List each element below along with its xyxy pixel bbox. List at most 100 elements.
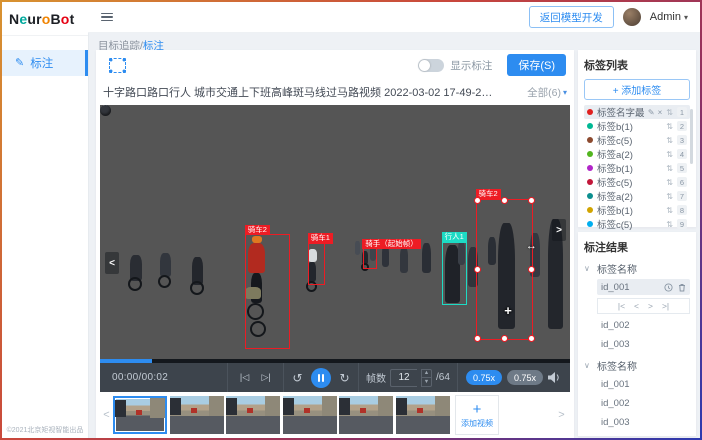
logo-segment: N bbox=[9, 11, 19, 27]
app-logo: NeuroBot bbox=[2, 2, 88, 36]
filter-dropdown[interactable]: 全部(6) ▾ bbox=[527, 85, 567, 100]
tag-sort-icon[interactable]: ⇅ bbox=[666, 220, 673, 229]
result-item[interactable]: id_002 bbox=[597, 395, 690, 411]
next-frame-button[interactable]: ▷| bbox=[261, 372, 270, 383]
box-resize-handle[interactable] bbox=[474, 266, 481, 273]
frame-step-down-button[interactable]: ▼ bbox=[422, 378, 431, 386]
tag-list-item[interactable]: 标签b(1) ✎ × ⇅ 2 bbox=[584, 119, 690, 133]
tag-list-item[interactable]: 标签c(5) ✎ × ⇅ 9 bbox=[584, 217, 690, 231]
sidebar-item-annotate[interactable]: ✎ 标注 bbox=[2, 50, 88, 76]
box-resize-handle[interactable] bbox=[528, 266, 535, 273]
volume-icon[interactable] bbox=[548, 372, 561, 383]
tag-sort-icon[interactable]: ⇅ bbox=[666, 178, 673, 187]
video-thumbnail[interactable] bbox=[113, 396, 167, 434]
box-resize-handle[interactable] bbox=[501, 335, 508, 342]
result-item[interactable]: id_003 bbox=[597, 414, 690, 430]
tag-label: 标签b(1) bbox=[597, 203, 662, 217]
tag-sort-icon[interactable]: ⇅ bbox=[666, 108, 673, 117]
box-resize-handle[interactable] bbox=[474, 197, 481, 204]
video-filename: 十字路口路口行人 城市交通上下班高峰斑马线过马路视频 2022-03-02 17… bbox=[103, 84, 493, 100]
tag-sort-icon[interactable]: ⇅ bbox=[666, 192, 673, 201]
box-resize-handle[interactable] bbox=[528, 197, 535, 204]
result-item[interactable]: id_003 bbox=[597, 336, 690, 352]
tag-sort-icon[interactable]: ⇅ bbox=[666, 206, 673, 215]
bounding-box[interactable]: 骑车2 bbox=[245, 234, 290, 349]
bounding-box-tool-icon[interactable] bbox=[109, 58, 126, 73]
forward-10-icon[interactable]: ↻ bbox=[339, 371, 349, 385]
video-thumbnail[interactable] bbox=[339, 396, 393, 434]
tag-delete-icon[interactable]: × bbox=[658, 108, 663, 117]
pager-prev-button[interactable]: < bbox=[634, 301, 639, 311]
bounding-box[interactable]: 骑手（起始帧） bbox=[363, 248, 377, 269]
pager-next-button[interactable]: > bbox=[648, 301, 653, 311]
result-item[interactable]: id_002 bbox=[597, 317, 690, 333]
user-avatar[interactable] bbox=[623, 8, 641, 26]
tag-edit-icon[interactable]: ✎ bbox=[648, 108, 655, 117]
bounding-boxes-layer: 骑车2 骑车1 骑手（起始帧） 行人1 骑车2 bbox=[100, 105, 570, 359]
pager-first-button[interactable]: |< bbox=[618, 301, 625, 311]
thumbs-scroll-left-chevron[interactable]: < bbox=[100, 409, 113, 421]
show-annotation-toggle[interactable] bbox=[418, 59, 444, 72]
user-menu[interactable]: Admin ▾ bbox=[650, 11, 688, 23]
frame-stepper: ▲ ▼ bbox=[421, 369, 432, 387]
bounding-box[interactable]: 骑车2 bbox=[476, 199, 533, 340]
prev-frame-button[interactable]: |◁ bbox=[240, 372, 249, 383]
add-video-button[interactable]: + 添加视频 bbox=[455, 395, 499, 435]
box-resize-handle[interactable] bbox=[528, 335, 535, 342]
bounding-box[interactable]: 行人1 bbox=[442, 242, 467, 305]
thumbs-scroll-right-chevron[interactable]: > bbox=[555, 409, 568, 421]
bounding-box[interactable]: 骑车1 bbox=[308, 243, 325, 285]
video-thumbnail[interactable] bbox=[283, 396, 337, 434]
add-tag-button[interactable]: + 添加标签 bbox=[584, 79, 690, 100]
result-group-header[interactable]: ∨ 标签名称 bbox=[584, 261, 690, 276]
frame-step-up-button[interactable]: ▲ bbox=[422, 370, 431, 379]
frame-number-input[interactable] bbox=[390, 369, 417, 387]
thumbnail-strip: < + 添加视频 > bbox=[100, 394, 570, 436]
result-item[interactable]: id_001 bbox=[597, 376, 690, 392]
hamburger-menu-icon[interactable] bbox=[101, 13, 113, 22]
video-thumbnail[interactable] bbox=[226, 396, 280, 434]
speed-pill-active[interactable]: 0.75x bbox=[466, 370, 502, 385]
speed-pill[interactable]: 0.75x bbox=[507, 370, 543, 385]
pause-button[interactable] bbox=[311, 368, 331, 388]
result-item-label: id_001 bbox=[601, 282, 630, 293]
tag-sort-icon[interactable]: ⇅ bbox=[666, 122, 673, 131]
rewind-10-icon[interactable]: ↺ bbox=[293, 371, 303, 385]
copyright-text: ©2021北京矩视智能出品 bbox=[2, 425, 88, 435]
tag-color-dot bbox=[587, 221, 593, 227]
tag-hotkey-badge: 4 bbox=[677, 149, 687, 159]
app-window: NeuroBot ✎ 标注 ©2021北京矩视智能出品 返回模型开发 Admin… bbox=[2, 2, 700, 438]
annotation-toolbar: 显示标注 保存(S) bbox=[96, 50, 574, 80]
tag-list-panel: 标签列表 + 添加标签 标签名字最长数... ✎ × ⇅ 1 标签b( bbox=[578, 50, 696, 227]
move-cursor-icon: + bbox=[504, 303, 512, 318]
tag-hotkey-badge: 8 bbox=[677, 205, 687, 215]
back-to-model-dev-button[interactable]: 返回模型开发 bbox=[529, 6, 614, 28]
video-canvas[interactable]: 骑车2骑车1骑手（起始帧）行人1骑车2 + ↔ < > bbox=[100, 105, 570, 359]
tag-label: 标签a(2) bbox=[597, 147, 662, 161]
tag-list-item[interactable]: 标签名字最长数... ✎ × ⇅ 1 bbox=[584, 105, 690, 119]
tag-sort-icon[interactable]: ⇅ bbox=[666, 164, 673, 173]
video-thumbnail[interactable] bbox=[170, 396, 224, 434]
tag-list-item[interactable]: 标签c(5) ✎ × ⇅ 6 bbox=[584, 175, 690, 189]
tag-list-scrollbar[interactable] bbox=[690, 109, 693, 164]
video-prev-chevron[interactable]: < bbox=[105, 252, 119, 274]
result-item[interactable]: id_001 bbox=[597, 279, 690, 295]
trash-icon[interactable] bbox=[678, 283, 686, 292]
tag-list-item[interactable]: 标签c(5) ✎ × ⇅ 3 bbox=[584, 133, 690, 147]
video-thumbnail[interactable] bbox=[396, 396, 450, 434]
tag-sort-icon[interactable]: ⇅ bbox=[666, 136, 673, 145]
tag-list-item[interactable]: 标签b(1) ✎ × ⇅ 5 bbox=[584, 161, 690, 175]
tag-sort-icon[interactable]: ⇅ bbox=[666, 150, 673, 159]
box-resize-handle[interactable] bbox=[474, 335, 481, 342]
track-frame-icon[interactable] bbox=[664, 283, 673, 292]
result-group-header[interactable]: ∨ 标签名称 bbox=[584, 358, 690, 373]
tag-list-item[interactable]: 标签a(2) ✎ × ⇅ 4 bbox=[584, 147, 690, 161]
tag-color-dot bbox=[587, 109, 593, 115]
tag-list-item[interactable]: 标签a(2) ✎ × ⇅ 7 bbox=[584, 189, 690, 203]
video-next-chevron[interactable]: > bbox=[552, 219, 566, 241]
bounding-box-label: 骑车2 bbox=[245, 225, 270, 236]
pager-last-button[interactable]: >| bbox=[662, 301, 669, 311]
tag-list-item[interactable]: 标签b(1) ✎ × ⇅ 8 bbox=[584, 203, 690, 217]
save-button[interactable]: 保存(S) bbox=[507, 54, 566, 76]
box-resize-handle[interactable] bbox=[501, 197, 508, 204]
